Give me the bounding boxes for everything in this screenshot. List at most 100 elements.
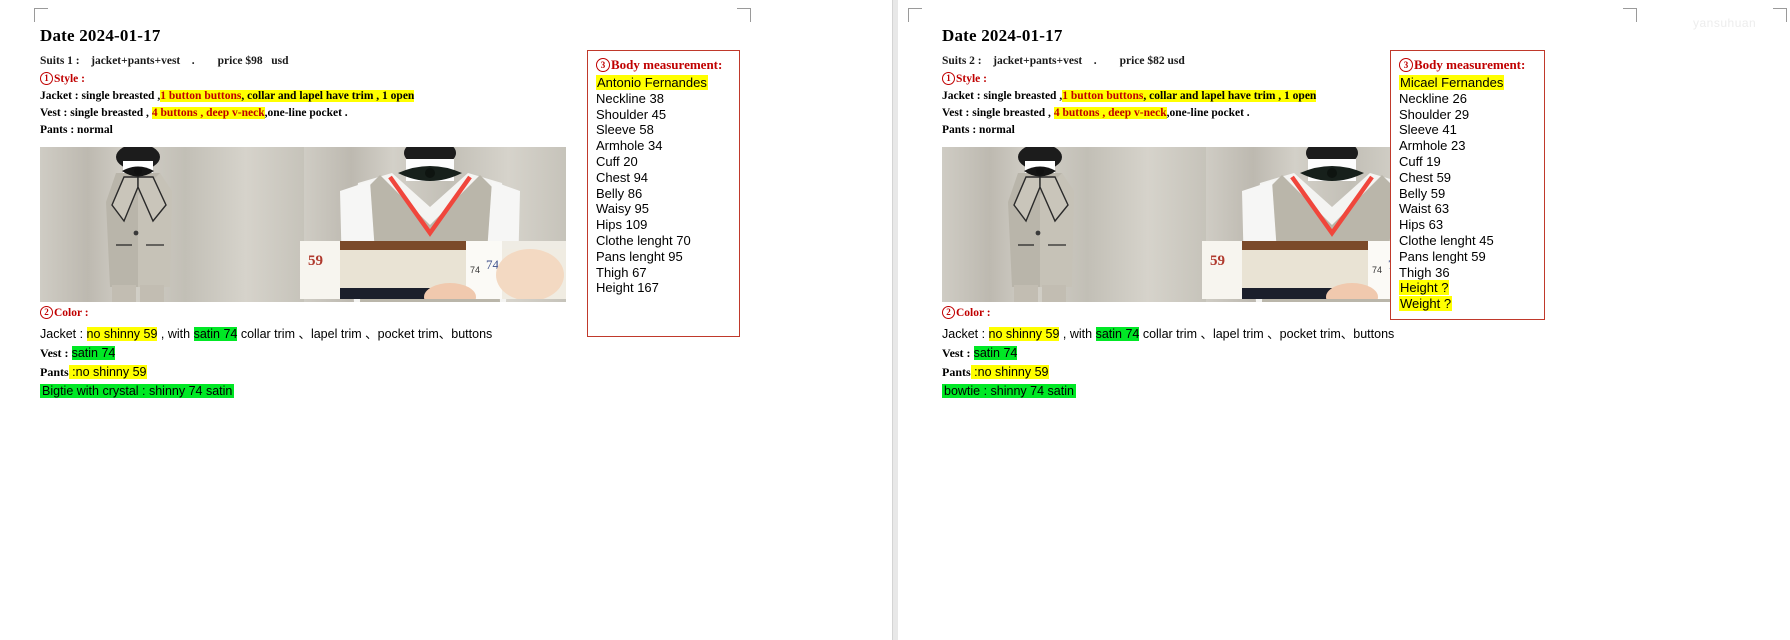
color-pants-line: Pants :no shinny 59 [40,365,740,380]
style-heading-label: Style : [54,73,85,85]
color-jacket-line: Jacket : no shinny 59 , with satin 74 co… [942,323,1642,342]
color-pants-highlight: :no shinny 59 [68,365,147,379]
color-pants-line: Pants :no shinny 59 [942,365,1642,380]
svg-text:59: 59 [1210,253,1225,269]
crop-mark-top-right [737,8,751,22]
color-pants-label: Pants [40,365,69,379]
document-page-left: Date 2024-01-17 Suits 1 : jacket+pants+v… [0,0,895,640]
measurement-item: Thigh 67 [596,264,647,280]
jacket-style-buttons-highlight: 1 button buttons [1062,90,1144,102]
color-pants-highlight: :no shinny 59 [970,365,1049,379]
section-number-badge: 2 [40,306,53,319]
body-measurement-box-right: 3 Body measurement: Micael Fernandes Neck… [1390,50,1545,320]
section-number-badge: 3 [1399,58,1413,72]
svg-text:59: 59 [308,253,323,269]
customer-name-highlight: Antonio Fernandes [596,75,708,90]
style-heading-label: Style : [956,73,987,85]
color-jacket-trim-highlight: satin 74 [1095,327,1140,341]
measurement-customer-name: Micael Fernandes [1399,75,1536,91]
svg-text:74: 74 [470,265,480,275]
color-vest-label: Vest : [942,346,974,360]
color-vest-line: Vest : satin 74 [942,346,1642,361]
measurement-item: Height 167 [596,280,659,296]
vest-style-highlight: 4 buttons , deep v-neck [1053,107,1167,119]
date-heading: Date 2024-01-17 [40,26,161,45]
color-accessory-line: bowtie : shinny 74 satin [942,384,1642,398]
vest-style-prefix: Vest : single breasted , [942,107,1054,119]
body-measurement-box-left: 3 Body measurement: Antonio Fernandes Nec… [587,50,740,337]
document-page-right: yansuhuan Date 2024-01-17 Suits 2 : jack… [898,0,1790,640]
color-pants-label: Pants [942,365,971,379]
measurement-item: Armhole 23 [1399,138,1466,154]
measurement-item: Pans lenght 95 [596,248,683,264]
measurement-item: Clothe lenght 45 [1399,232,1494,248]
jacket-style-prefix: Jacket : single breasted , [942,90,1063,102]
customer-name-highlight: Micael Fernandes [1399,75,1505,90]
measurement-title: 3 Body measurement: [1399,57,1536,73]
measurement-title-label: Body measurement: [1414,57,1526,72]
vest-style-suffix: ,one-line pocket . [1166,107,1250,119]
weight-highlight: Weight ? [1399,296,1453,312]
crop-mark-top-left [908,8,922,22]
measurement-item: Belly 59 [1399,185,1446,201]
measurement-item: Chest 94 [596,169,649,185]
crop-mark-top-left [34,8,48,22]
date-heading: Date 2024-01-17 [942,26,1063,45]
color-heading-label: Color : [956,307,991,319]
vest-style-suffix: ,one-line pocket . [264,107,348,119]
measurement-title: 3 Body measurement: [596,57,731,73]
measurement-item: Waist 63 [1399,201,1450,217]
section-number-badge: 1 [942,72,955,85]
jacket-style-trim-highlight: , collar and lapel have trim , 1 open [241,90,415,102]
color-jacket-label: Jacket : [40,327,87,341]
measurement-item: Pans lenght 59 [1399,248,1486,264]
measurement-item-height: Height ? [1399,280,1536,296]
color-heading-label: Color : [54,307,89,319]
section-number-badge: 2 [942,306,955,319]
section-number-badge: 3 [596,58,610,72]
measurement-item: Sleeve 58 [596,122,654,138]
page-watermark: yansuhuan [1693,16,1757,30]
measurement-item: Cuff 19 [1399,153,1441,169]
measurement-item: Armhole 34 [596,138,663,154]
color-jacket-base-highlight: no shinny 59 [988,327,1060,341]
color-accessory-line: Bigtie with crystal : shinny 74 satin [40,384,740,398]
color-jacket-base-highlight: no shinny 59 [86,327,158,341]
color-jacket-mid: , with [157,327,194,341]
color-vest-label: Vest : [40,346,72,360]
color-vest-line: Vest : satin 74 [40,346,740,361]
color-accessory-highlight: Bigtie with crystal : shinny 74 satin [40,384,235,398]
svg-text:74: 74 [1372,265,1382,275]
color-jacket-mid: , with [1059,327,1096,341]
color-jacket-trim-highlight: satin 74 [193,327,238,341]
crop-mark-page-edge [1773,8,1787,22]
jacket-style-buttons-highlight: 1 button buttons [160,90,242,102]
height-highlight: Height ? [1399,280,1450,296]
vest-style-highlight: 4 buttons , deep v-neck [151,107,265,119]
color-jacket-label: Jacket : [942,327,989,341]
measurement-customer-name: Antonio Fernandes [596,75,731,91]
color-vest-highlight: satin 74 [71,346,116,360]
color-accessory-highlight: bowtie : shinny 74 satin [942,384,1076,398]
measurement-item: Hips 109 [596,217,648,233]
measurement-item: Sleeve 41 [1399,122,1457,138]
color-vest-highlight: satin 74 [973,346,1018,360]
measurement-item: Shoulder 45 [596,106,667,122]
section-number-badge: 1 [40,72,53,85]
jacket-style-trim-highlight: , collar and lapel have trim , 1 open [1143,90,1317,102]
measurement-item: Thigh 36 [1399,264,1450,280]
fabric-swatch-photo: 59 74 74 [300,241,566,299]
color-jacket-tail: collar trim 、lapel trim 、pocket trim、but… [237,327,493,341]
crop-mark-top-right [1623,8,1637,22]
measurement-item: Neckline 38 [596,90,664,106]
measurement-item: Chest 59 [1399,169,1452,185]
vest-style-prefix: Vest : single breasted , [40,107,152,119]
measurement-item: Cuff 20 [596,153,638,169]
color-jacket-tail: collar trim 、lapel trim 、pocket trim、but… [1139,327,1395,341]
measurement-item: Shoulder 29 [1399,106,1470,122]
measurement-item: Clothe lenght 70 [596,232,691,248]
jacket-style-prefix: Jacket : single breasted , [40,90,161,102]
measurement-item: Waisy 95 [596,201,649,217]
measurement-title-label: Body measurement: [611,57,723,72]
measurement-item: Belly 86 [596,185,643,201]
